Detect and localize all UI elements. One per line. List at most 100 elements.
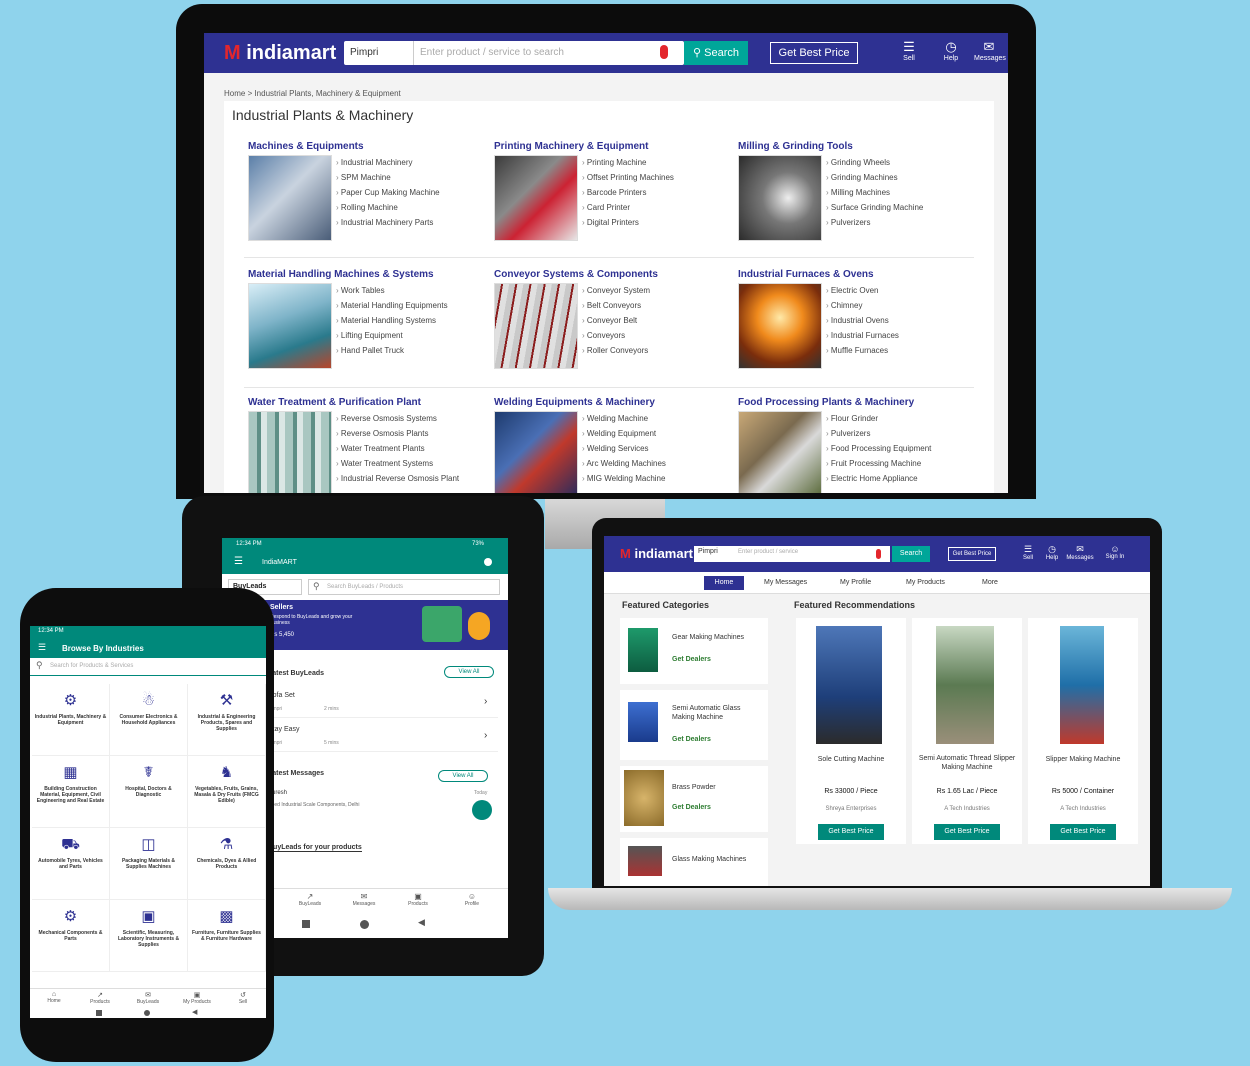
reply-icon[interactable] xyxy=(472,800,492,820)
category-image[interactable] xyxy=(494,283,578,369)
category-link[interactable]: MIG Welding Machine xyxy=(582,471,666,486)
category-link[interactable]: Pulverizers xyxy=(826,215,923,230)
back-icon[interactable]: ◀ xyxy=(192,1008,197,1016)
nav-sell[interactable]: ☰ Sell xyxy=(1018,544,1038,561)
category-title[interactable]: Printing Machinery & Equipment xyxy=(494,141,648,152)
bottom-nav-item[interactable]: ✉ Messages xyxy=(346,892,382,907)
category-link[interactable]: Barcode Printers xyxy=(582,185,674,200)
nav-help[interactable]: ◷ Help xyxy=(1042,544,1062,561)
industry-tile[interactable]: ♞ Vegetables, Fruits, Grains, Masala & Dr… xyxy=(188,756,266,828)
industry-tile[interactable]: ◫ Packaging Materials & Supplies Machines xyxy=(110,828,188,900)
menu-icon[interactable]: ☰ xyxy=(234,556,243,567)
get-dealers-link[interactable]: Get Dealers xyxy=(672,804,711,811)
category-link[interactable]: Industrial Machinery xyxy=(336,155,440,170)
category-title[interactable]: Water Treatment & Purification Plant xyxy=(248,397,421,408)
search-field[interactable]: ⚲ Search BuyLeads / Products xyxy=(308,579,500,595)
get-best-price-button[interactable]: Get Best Price xyxy=(1050,824,1116,840)
category-link[interactable]: Work Tables xyxy=(336,283,448,298)
category-link[interactable]: Industrial Machinery Parts xyxy=(336,215,440,230)
industry-tile[interactable]: ⚙ Mechanical Components & Parts xyxy=(32,900,110,972)
home-icon[interactable] xyxy=(360,920,369,929)
nav-messages[interactable]: ✉ Messages xyxy=(1066,544,1094,561)
bottom-nav-item[interactable]: ▣ Products xyxy=(400,892,436,907)
back-icon[interactable]: ◀ xyxy=(418,917,425,928)
search-button[interactable]: Search xyxy=(892,546,930,562)
category-link[interactable]: Water Treatment Systems xyxy=(336,456,459,471)
category-image[interactable] xyxy=(248,411,332,493)
industry-tile[interactable]: ▩ Furniture, Furniture Supplies & Furnitu… xyxy=(188,900,266,972)
category-link[interactable]: Grinding Wheels xyxy=(826,155,923,170)
category-link[interactable]: Arc Welding Machines xyxy=(582,456,665,471)
featured-category-card[interactable]: Brass Powder Get Dealers xyxy=(620,766,768,832)
get-dealers-link[interactable]: Get Dealers xyxy=(672,656,711,663)
category-title[interactable]: Machines & Equipments xyxy=(248,141,364,152)
seller-name[interactable]: Shreya Enterprises xyxy=(800,806,902,812)
category-link[interactable]: Conveyor System xyxy=(582,283,650,298)
home-icon[interactable] xyxy=(144,1010,150,1016)
category-link[interactable]: Flour Grinder xyxy=(826,411,931,426)
notification-icon[interactable] xyxy=(484,558,492,566)
category-link[interactable]: Material Handling Systems xyxy=(336,313,448,328)
tab-profile[interactable]: My Profile xyxy=(840,579,871,586)
get-best-price-button[interactable]: Get Best Price xyxy=(818,824,884,840)
tab-more[interactable]: More xyxy=(982,579,998,586)
get-best-price-button[interactable]: Get Best Price xyxy=(770,42,858,64)
category-link[interactable]: Conveyors xyxy=(582,328,650,343)
search-input[interactable]: Enter product / service xyxy=(738,549,798,555)
menu-icon[interactable]: ☰ xyxy=(38,642,46,653)
category-link[interactable]: Reverse Osmosis Plants xyxy=(336,426,459,441)
category-link[interactable]: Electric Oven xyxy=(826,283,899,298)
microphone-icon[interactable] xyxy=(660,45,668,59)
laptop-logo[interactable]: M indiamart xyxy=(620,546,693,561)
category-link[interactable]: Hand Pallet Truck xyxy=(336,343,448,358)
category-link[interactable]: Rolling Machine xyxy=(336,200,440,215)
tab-products[interactable]: My Products xyxy=(906,579,945,586)
category-link[interactable]: Digital Printers xyxy=(582,215,674,230)
industry-tile[interactable]: ☃ Consumer Electronics & Household Applia… xyxy=(110,684,188,756)
location-select[interactable]: Pimpri xyxy=(698,548,718,555)
seller-name[interactable]: A Tech Industries xyxy=(916,806,1018,812)
recent-apps-icon[interactable] xyxy=(302,920,310,928)
get-dealers-link[interactable]: Get Dealers xyxy=(672,736,711,743)
product-card[interactable]: Semi Automatic Thread Slipper Making Mac… xyxy=(912,618,1022,844)
industry-tile[interactable]: ⚗ Chemicals, Dyes & Allied Products xyxy=(188,828,266,900)
category-title[interactable]: Industrial Furnaces & Ovens xyxy=(738,269,874,280)
category-link[interactable]: Offset Printing Machines xyxy=(582,170,674,185)
category-link[interactable]: Printing Machine xyxy=(582,155,674,170)
product-name[interactable]: Semi Automatic Thread Slipper Making Mac… xyxy=(916,754,1018,772)
bottom-nav-item[interactable]: ☺ Profile xyxy=(454,892,490,907)
product-name[interactable]: Sole Cutting Machine xyxy=(800,756,902,763)
category-link[interactable]: Muffle Furnaces xyxy=(826,343,899,358)
category-image[interactable] xyxy=(494,155,578,241)
tab-home[interactable]: Home xyxy=(704,576,744,590)
bottom-nav-item[interactable]: ✉ BuyLeads xyxy=(128,991,168,1005)
category-link[interactable]: SPM Machine xyxy=(336,170,440,185)
industry-tile[interactable]: ☤ Hospital, Doctors & Diagnostic xyxy=(110,756,188,828)
bottom-nav-item[interactable]: ▣ My Products xyxy=(176,991,218,1005)
featured-category-card[interactable]: Glass Making Machines xyxy=(620,838,768,886)
category-link[interactable]: Chimney xyxy=(826,298,899,313)
product-image[interactable] xyxy=(1060,626,1104,744)
seller-name[interactable]: A Tech Industries xyxy=(1032,806,1134,812)
category-title[interactable]: Conveyor Systems & Components xyxy=(494,269,658,280)
bottom-nav-item[interactable]: ⌂ Home xyxy=(36,991,72,1004)
breadcrumb[interactable]: Home > Industrial Plants, Machinery & Eq… xyxy=(224,89,401,98)
microphone-icon[interactable] xyxy=(876,549,881,559)
category-image[interactable] xyxy=(494,411,578,493)
category-image[interactable] xyxy=(738,283,822,369)
category-link[interactable]: Paper Cup Making Machine xyxy=(336,185,440,200)
bottom-nav-item[interactable]: ↺ Sell xyxy=(226,991,260,1005)
category-link[interactable]: Reverse Osmosis Systems xyxy=(336,411,459,426)
nav-signin[interactable]: ☺ Sign In xyxy=(1100,544,1130,560)
view-all-buyleads-button[interactable]: View All xyxy=(444,666,494,678)
desktop-logo[interactable]: M indiamart xyxy=(224,42,336,65)
category-link[interactable]: Lifting Equipment xyxy=(336,328,448,343)
category-link[interactable]: Surface Grinding Machine xyxy=(826,200,924,215)
category-link[interactable]: Grinding Machines xyxy=(826,170,923,185)
search-input[interactable]: Enter product / service to search xyxy=(420,41,564,65)
product-card[interactable]: Slipper Making Machine Rs 5000 / Contain… xyxy=(1028,618,1138,844)
category-link[interactable]: Material Handling Equipments xyxy=(336,298,448,313)
featured-category-card[interactable]: Semi Automatic Glass Making Machine Get … xyxy=(620,690,768,760)
location-select[interactable]: Pimpri xyxy=(344,41,414,65)
product-image[interactable] xyxy=(936,626,994,744)
